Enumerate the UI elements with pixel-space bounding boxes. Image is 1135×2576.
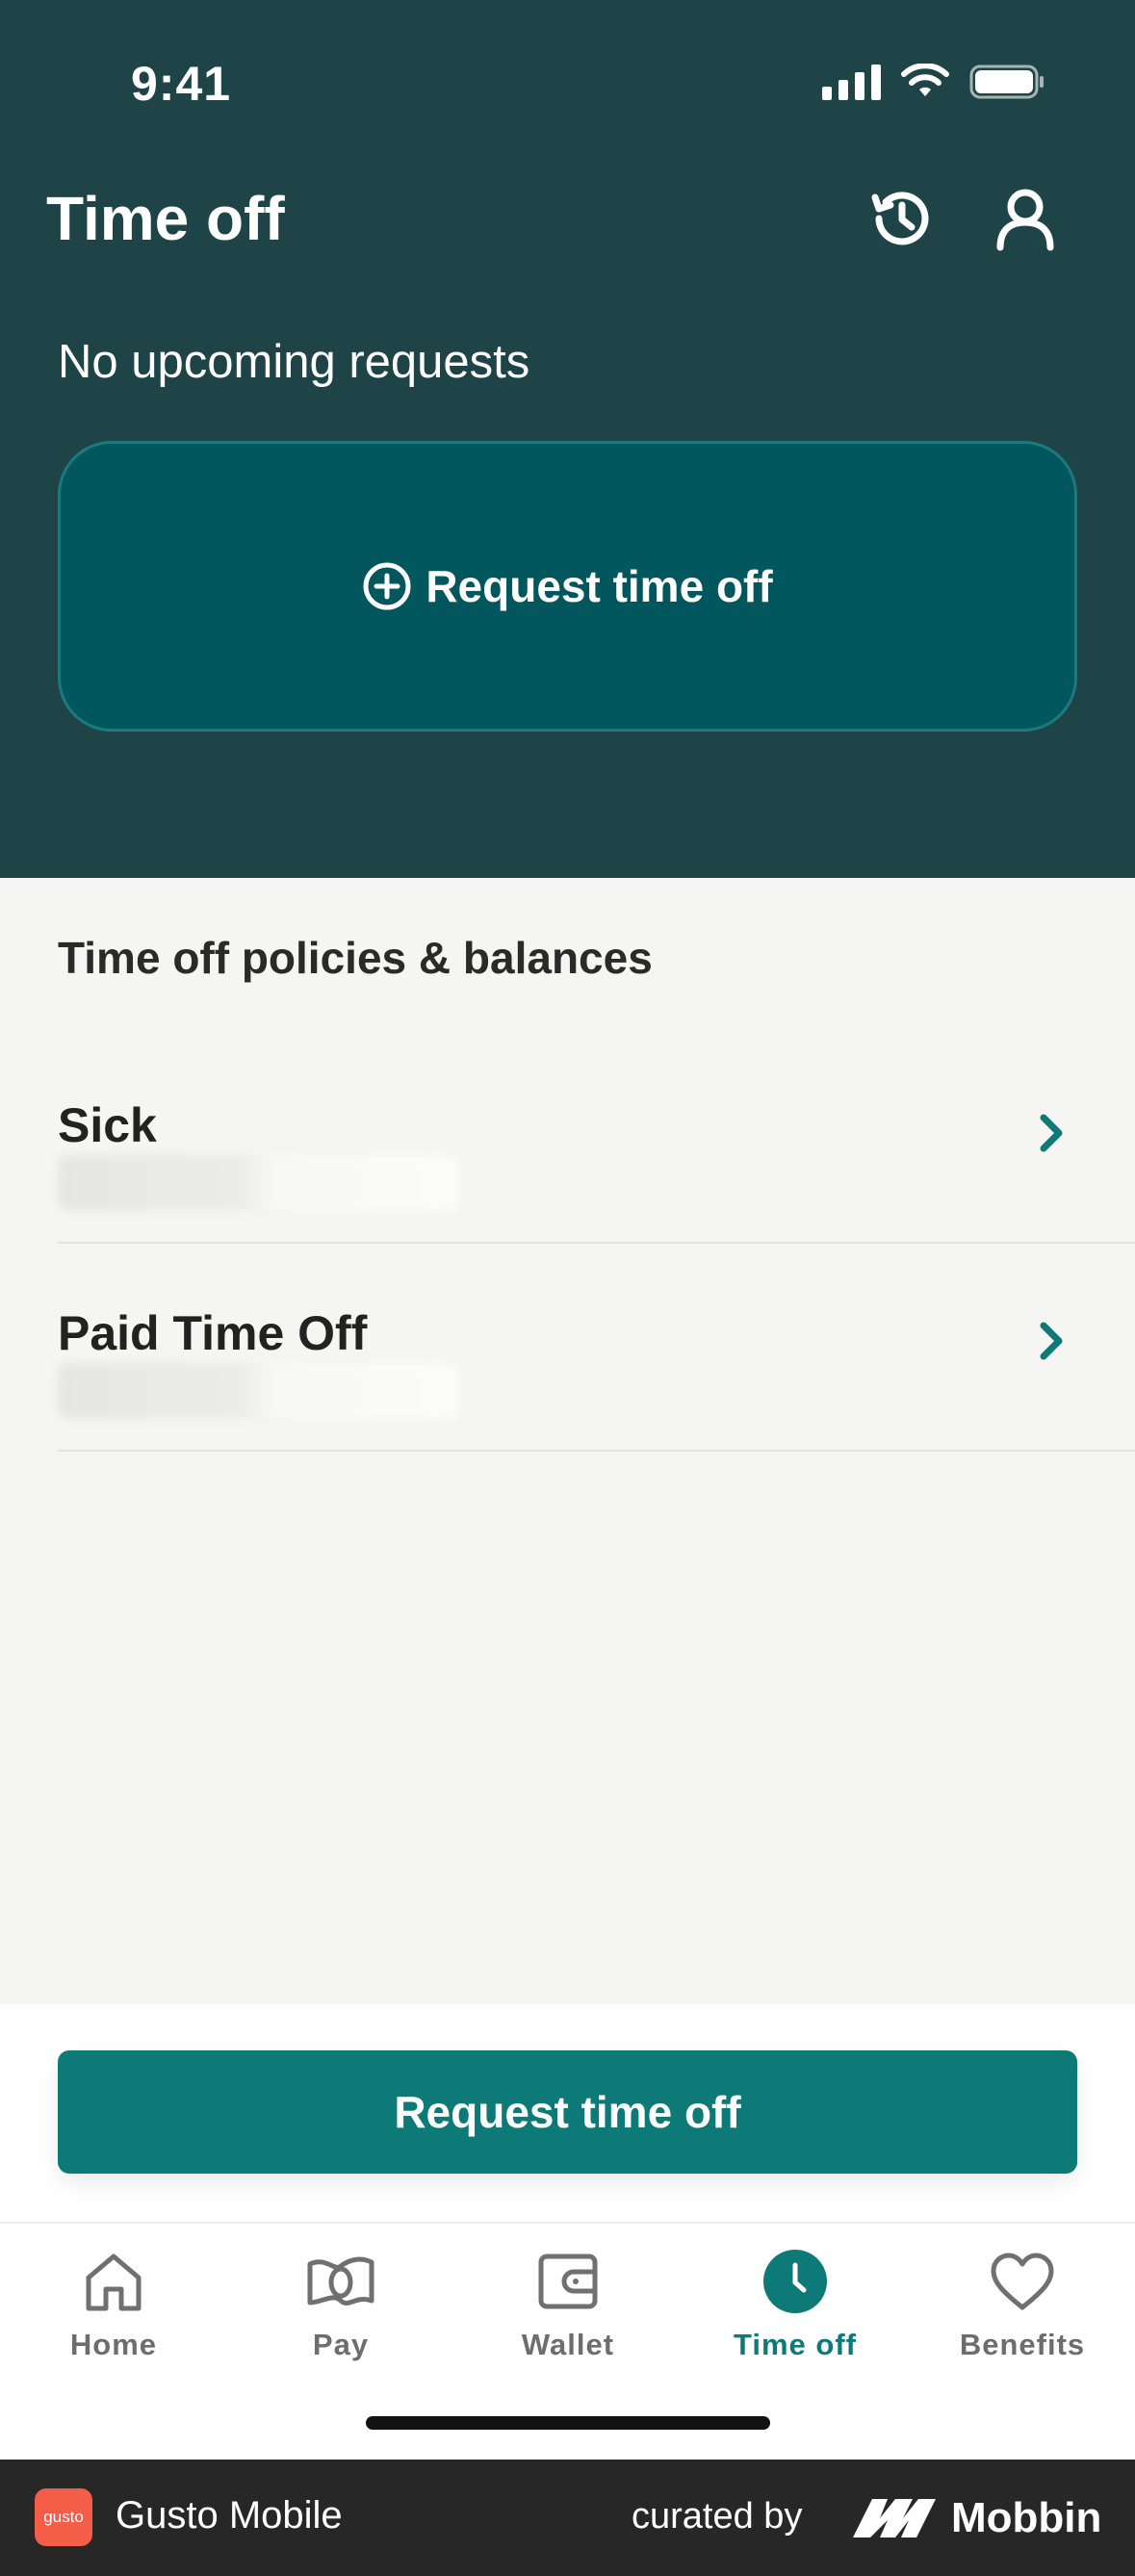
policies-section-title: Time off policies & balances bbox=[58, 933, 653, 983]
heart-icon bbox=[988, 2247, 1057, 2316]
signal-icon bbox=[822, 64, 881, 100]
tab-home[interactable]: Home bbox=[0, 2224, 227, 2387]
tab-time-off[interactable]: Time off bbox=[682, 2224, 909, 2387]
money-icon bbox=[306, 2247, 375, 2316]
tab-pay[interactable]: Pay bbox=[227, 2224, 454, 2387]
home-indicator bbox=[366, 2416, 770, 2430]
no-upcoming-text: No upcoming requests bbox=[58, 336, 530, 388]
add-circle-icon bbox=[363, 562, 411, 610]
app-name: Gusto Mobile bbox=[116, 2494, 343, 2537]
history-button[interactable] bbox=[863, 179, 942, 258]
tab-label: Time off bbox=[734, 2328, 857, 2361]
tab-label: Wallet bbox=[521, 2328, 615, 2361]
attribution-footer: gusto Gusto Mobile curated by Mobbin bbox=[0, 2460, 1135, 2576]
policy-name: Sick bbox=[58, 1098, 157, 1152]
chevron-right-icon bbox=[1027, 1109, 1075, 1157]
curated-by-text: curated by bbox=[632, 2496, 803, 2537]
wifi-icon bbox=[901, 64, 949, 96]
policy-balance-redacted bbox=[58, 1363, 458, 1419]
tab-label: Pay bbox=[312, 2328, 370, 2361]
tab-benefits[interactable]: Benefits bbox=[909, 2224, 1135, 2387]
chevron-right-icon bbox=[1027, 1317, 1075, 1365]
request-time-off-card[interactable]: Request time off bbox=[58, 441, 1077, 732]
profile-icon bbox=[996, 189, 1054, 251]
bottom-area: Request time off Home Pay Wallet Time of… bbox=[0, 2004, 1135, 2460]
request-time-off-button[interactable]: Request time off bbox=[58, 2050, 1077, 2174]
mobbin-logo-icon bbox=[853, 2499, 936, 2537]
mobbin-name: Mobbin bbox=[951, 2494, 1102, 2541]
policy-row-paid-time-off[interactable]: Paid Time Off bbox=[58, 1244, 1135, 1452]
tab-label: Benefits bbox=[959, 2328, 1086, 2361]
battery-icon bbox=[969, 64, 1044, 99]
status-icons bbox=[822, 64, 1046, 100]
tab-wallet[interactable]: Wallet bbox=[454, 2224, 682, 2387]
wallet-icon bbox=[533, 2247, 603, 2316]
policy-name: Paid Time Off bbox=[58, 1306, 368, 1360]
request-card-label: Request time off bbox=[426, 561, 773, 611]
history-icon bbox=[871, 192, 929, 245]
home-icon bbox=[79, 2247, 148, 2316]
profile-button[interactable] bbox=[986, 179, 1065, 258]
tab-bar: Home Pay Wallet Time off Benefits bbox=[0, 2222, 1135, 2460]
header: 9:41 Time off No upcoming requests Reque… bbox=[0, 0, 1135, 878]
page-title: Time off bbox=[46, 184, 285, 253]
clock-icon bbox=[761, 2247, 830, 2316]
policy-row-sick[interactable]: Sick bbox=[58, 1036, 1135, 1244]
gusto-logo: gusto bbox=[35, 2488, 92, 2546]
tab-label: Home bbox=[69, 2328, 158, 2361]
mobbin-logo: Mobbin bbox=[851, 2494, 1101, 2542]
status-time: 9:41 bbox=[131, 57, 232, 111]
policy-balance-redacted bbox=[58, 1155, 458, 1211]
